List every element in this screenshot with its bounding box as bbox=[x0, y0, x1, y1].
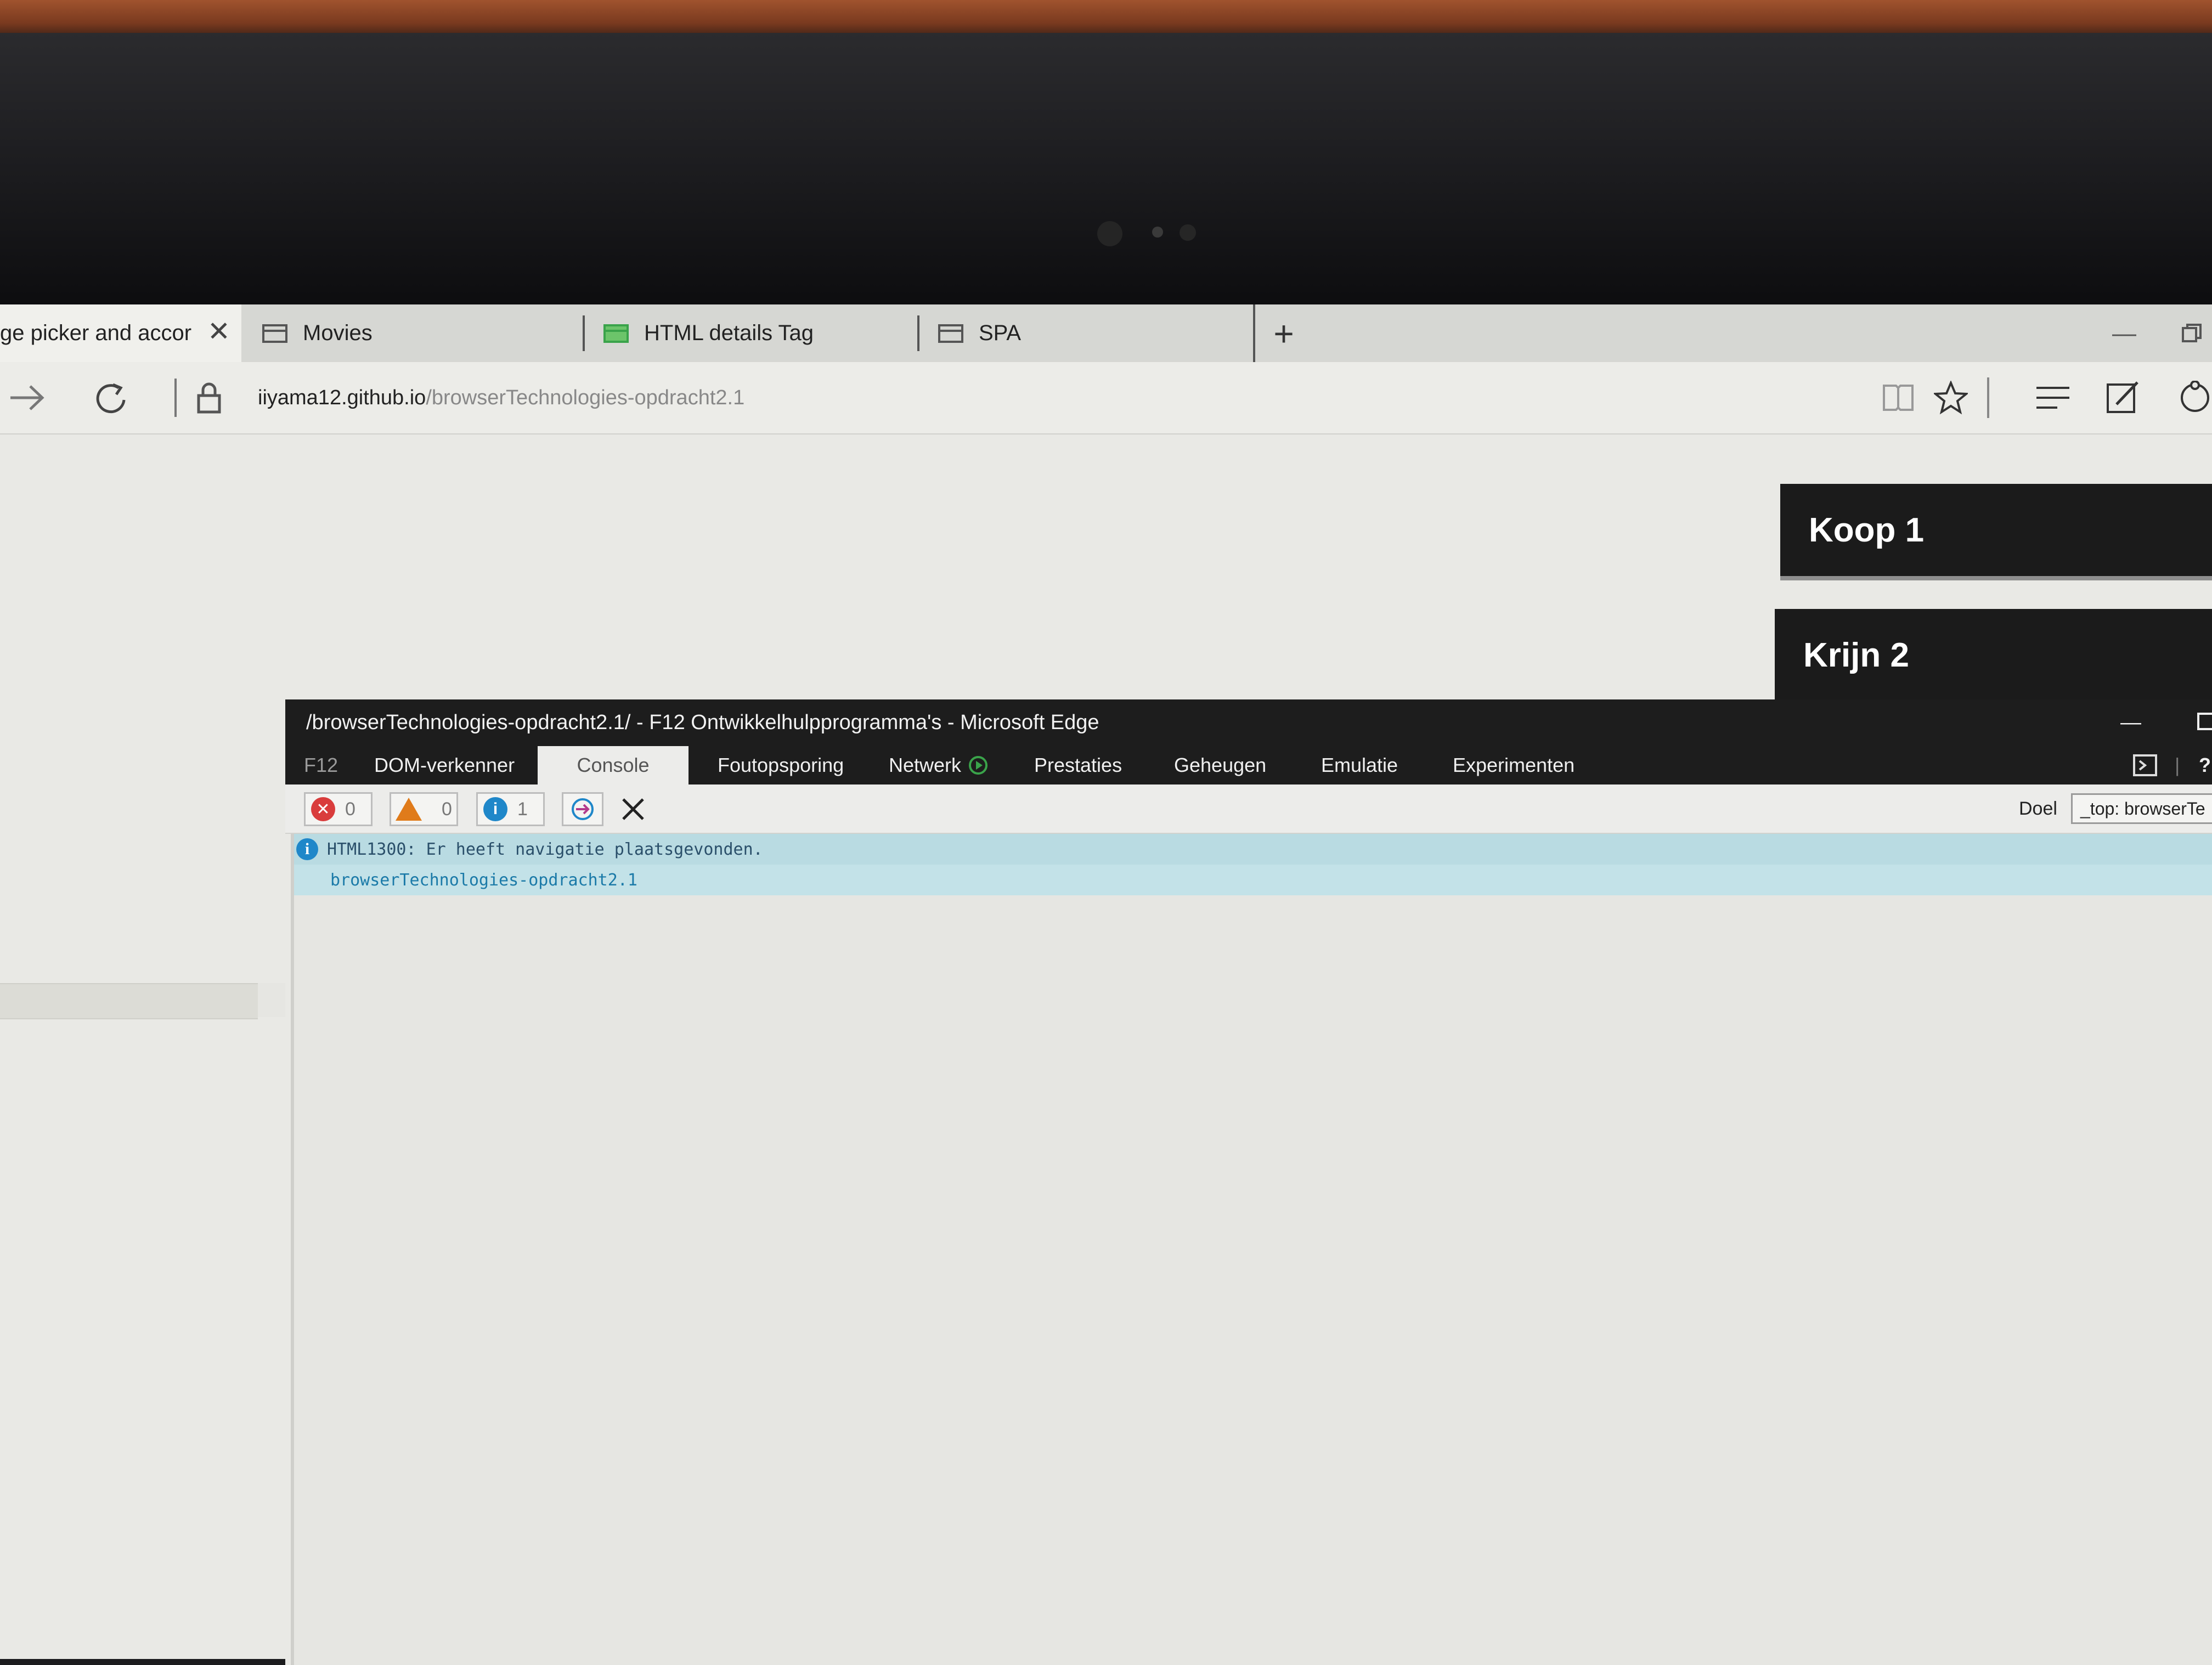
error-count: 0 bbox=[345, 798, 356, 820]
target-select[interactable]: _top: browserTe bbox=[2071, 793, 2212, 824]
tab-age-picker[interactable]: ge picker and accor bbox=[0, 304, 241, 362]
url-host: iiyama12.github.io bbox=[258, 386, 426, 409]
browser-tab-strip: ge picker and accor ✕ Movies HTML detail… bbox=[0, 304, 2212, 363]
webcam-icon bbox=[1097, 217, 1196, 246]
koop-button[interactable]: Koop 1 bbox=[1780, 484, 2212, 576]
devtools-title: /browserTechnologies-opdracht2.1/ - F12 … bbox=[306, 711, 1099, 734]
console-output: i HTML1300: Er heeft navigatie plaatsgev… bbox=[291, 834, 2212, 1665]
console-toggle-icon[interactable] bbox=[2133, 746, 2157, 784]
reading-view-icon[interactable] bbox=[1882, 362, 1915, 433]
tab-page-icon bbox=[938, 324, 963, 343]
tab-html-details[interactable]: HTML details Tag bbox=[603, 304, 911, 362]
tab-page-icon bbox=[262, 324, 287, 343]
tab-label: Movies bbox=[303, 321, 373, 345]
tab-f12[interactable]: F12 bbox=[304, 746, 338, 784]
tab-label: HTML details Tag bbox=[644, 321, 814, 345]
tab-geheugen[interactable]: Geheugen bbox=[1174, 746, 1266, 784]
tab-emulatie[interactable]: Emulatie bbox=[1321, 746, 1398, 784]
tab-spa[interactable]: SPA bbox=[938, 304, 1245, 362]
clear-icon[interactable] bbox=[620, 792, 646, 826]
monitor-bezel bbox=[0, 33, 2212, 307]
new-tab-button[interactable]: + bbox=[1267, 304, 1300, 362]
tab-foutopsporing[interactable]: Foutopsporing bbox=[718, 746, 844, 784]
f12-devtools-window: /browserTechnologies-opdracht2.1/ - F12 … bbox=[285, 699, 2212, 1665]
tab-divider: | bbox=[2175, 754, 2180, 776]
address-bar-row: iiyama12.github.io/browserTechnologies-o… bbox=[0, 362, 2212, 434]
favorite-star-icon[interactable] bbox=[1934, 362, 1968, 433]
target-label: Doel bbox=[2019, 798, 2057, 819]
tab-prestaties[interactable]: Prestaties bbox=[1034, 746, 1122, 784]
info-icon: i bbox=[483, 797, 507, 821]
tab-experimenten[interactable]: Experimenten bbox=[1453, 746, 1575, 784]
play-icon[interactable] bbox=[969, 756, 988, 775]
log-source: browserTechnologies-opdracht2.1 bbox=[330, 870, 637, 890]
page-strip-handle[interactable] bbox=[258, 983, 288, 1017]
preserve-log-button[interactable] bbox=[562, 792, 603, 826]
tab-netwerk-label: Netwerk bbox=[889, 754, 962, 776]
tab-console[interactable]: Console bbox=[538, 746, 689, 784]
help-icon[interactable]: ? bbox=[2199, 746, 2211, 784]
share-icon[interactable] bbox=[2178, 362, 2212, 433]
screen: ge picker and accor ✕ Movies HTML detail… bbox=[0, 304, 2212, 1665]
tab-divider bbox=[1253, 304, 1255, 362]
console-log-source-link[interactable]: browserTechnologies-opdracht2.1 bbox=[294, 865, 2212, 895]
info-icon: i bbox=[296, 838, 318, 860]
refresh-icon[interactable] bbox=[93, 362, 128, 433]
info-count: 1 bbox=[517, 798, 528, 820]
preserve-log-icon bbox=[572, 798, 594, 820]
devtools-minimize-icon[interactable]: — bbox=[2120, 699, 2141, 746]
url-path: /browserTechnologies-opdracht2.1 bbox=[426, 386, 745, 409]
tab-divider bbox=[583, 315, 585, 351]
error-filter-button[interactable]: ✕ 0 bbox=[304, 792, 373, 826]
tab-dom-verkenner[interactable]: DOM-verkenner bbox=[374, 746, 515, 784]
devtools-maximize-icon[interactable] bbox=[2197, 713, 2212, 730]
close-icon[interactable]: ✕ bbox=[207, 315, 230, 347]
tab-divider bbox=[917, 315, 919, 351]
tab-page-icon bbox=[603, 324, 629, 343]
krijn-button[interactable]: Krijn 2 bbox=[1775, 609, 2212, 701]
minimize-icon[interactable]: — bbox=[2112, 304, 2136, 362]
info-filter-button[interactable]: i 1 bbox=[476, 792, 545, 826]
console-toolbar: ✕ 0 0 i 1 Doel _top: browserTe bbox=[285, 784, 2212, 834]
address-divider bbox=[174, 362, 177, 433]
hub-icon[interactable] bbox=[2035, 362, 2070, 433]
warning-filter-button[interactable]: 0 bbox=[390, 792, 458, 826]
warning-icon bbox=[396, 798, 422, 821]
devtools-title-bar[interactable]: /browserTechnologies-opdracht2.1/ - F12 … bbox=[285, 699, 2212, 746]
devtools-tab-bar: F12 DOM-verkenner Console Foutopsporing … bbox=[285, 746, 2212, 784]
tab-netwerk[interactable]: Netwerk bbox=[889, 746, 988, 784]
lock-icon bbox=[195, 362, 223, 433]
console-log-entry[interactable]: i HTML1300: Er heeft navigatie plaatsgev… bbox=[294, 834, 2212, 865]
page-strip bbox=[0, 983, 258, 1019]
error-icon: ✕ bbox=[311, 797, 335, 821]
tab-label: ge picker and accor bbox=[0, 321, 192, 345]
restore-icon[interactable] bbox=[2181, 304, 2203, 362]
log-message: HTML1300: Er heeft navigatie plaatsgevon… bbox=[327, 839, 763, 859]
web-note-icon[interactable] bbox=[2106, 362, 2141, 433]
forward-icon[interactable] bbox=[8, 362, 47, 433]
toolbar-divider bbox=[1987, 362, 1989, 433]
warning-count: 0 bbox=[442, 798, 452, 820]
tab-movies[interactable]: Movies bbox=[262, 304, 580, 362]
url-field[interactable]: iiyama12.github.io/browserTechnologies-o… bbox=[258, 362, 744, 433]
tab-label: SPA bbox=[979, 321, 1022, 345]
